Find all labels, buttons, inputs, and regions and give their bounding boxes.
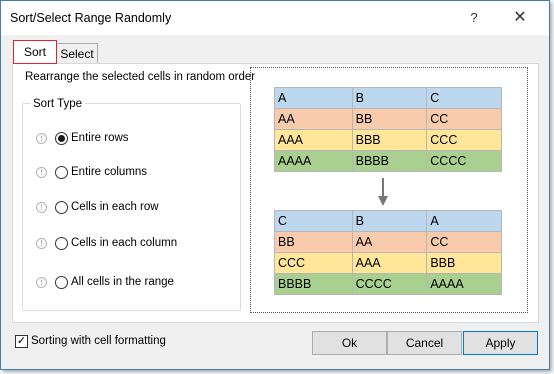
option-entire-columns[interactable]: ! Entire columns <box>36 164 147 180</box>
arrow-down-icon <box>378 178 388 206</box>
option-all-cells-in-range[interactable]: ! All cells in the range <box>36 274 174 290</box>
description-text: Rearrange the selected cells in random o… <box>25 71 256 83</box>
info-icon: ! <box>36 201 47 213</box>
preview-after-table: C B A BB AA CC CCC AAA BBB BBBB CCCC AAA… <box>274 210 502 295</box>
table-cell: C <box>426 87 502 109</box>
title-bar: Sort/Select Range Randomly ? ✕ <box>1 1 549 35</box>
table-cell: CCCC <box>426 150 502 172</box>
dialog-title: Sort/Select Range Randomly <box>10 11 172 25</box>
radio-all-cells-in-range[interactable] <box>55 275 68 289</box>
table-row: CCC AAA BBB <box>274 252 502 274</box>
option-cells-in-each-row[interactable]: ! Cells in each row <box>36 199 159 215</box>
table-row: AA BB CC <box>274 108 502 130</box>
table-row: AAA BBB CCC <box>274 129 502 151</box>
info-icon: ! <box>36 237 47 249</box>
option-label: Cells in each row <box>71 201 159 213</box>
cell-formatting-checkbox[interactable]: ✓ <box>15 335 28 348</box>
table-cell: CCC <box>426 129 502 151</box>
table-cell: BBB <box>351 129 428 151</box>
table-row: BBBB CCCC AAAA <box>274 273 502 295</box>
table-cell: C <box>274 210 353 232</box>
table-row: A B C <box>274 87 502 109</box>
table-row: BB AA CC <box>274 231 502 253</box>
tab-sort[interactable]: Sort <box>13 40 57 64</box>
table-cell: AA <box>274 108 353 130</box>
option-label: All cells in the range <box>71 276 174 288</box>
table-cell: BB <box>274 231 353 253</box>
table-cell: CC <box>426 231 502 253</box>
close-button[interactable]: ✕ <box>505 7 535 29</box>
preview-before-table: A B C AA BB CC AAA BBB CCC AAAA BBBB CCC… <box>274 87 502 172</box>
ok-button[interactable]: Ok <box>312 331 387 355</box>
option-label: Cells in each column <box>71 237 178 249</box>
table-cell: CCCC <box>351 273 428 295</box>
info-icon: ! <box>36 132 47 144</box>
table-cell: CC <box>426 108 502 130</box>
sort-type-label: Sort Type <box>30 98 86 110</box>
table-cell: CCC <box>274 252 353 274</box>
radio-entire-rows[interactable] <box>55 131 68 145</box>
table-cell: AA <box>351 231 428 253</box>
tab-select[interactable]: Select <box>57 43 98 64</box>
option-label: Entire columns <box>71 166 148 178</box>
table-cell: AAA <box>274 129 353 151</box>
apply-button[interactable]: Apply <box>463 331 538 355</box>
table-cell: AAAA <box>426 273 502 295</box>
option-cells-in-each-column[interactable]: ! Cells in each column <box>36 235 177 251</box>
table-cell: B <box>351 210 428 232</box>
info-icon: ! <box>36 166 47 178</box>
table-cell: B <box>351 87 428 109</box>
table-cell: BB <box>351 108 428 130</box>
table-cell: A <box>274 87 353 109</box>
table-row: C B A <box>274 210 502 232</box>
table-cell: AAA <box>351 252 428 274</box>
radio-cells-in-each-column[interactable] <box>55 236 68 250</box>
option-label: Entire rows <box>71 132 129 144</box>
table-cell: A <box>426 210 502 232</box>
radio-cells-in-each-row[interactable] <box>55 200 68 214</box>
cell-formatting-label: Sorting with cell formatting <box>31 335 166 347</box>
radio-entire-columns[interactable] <box>55 165 68 179</box>
table-cell: BBBB <box>274 273 353 295</box>
help-button[interactable]: ? <box>459 7 489 29</box>
cancel-button[interactable]: Cancel <box>387 331 462 355</box>
option-entire-rows[interactable]: ! Entire rows <box>36 130 129 146</box>
table-cell: AAAA <box>274 150 353 172</box>
table-cell: BBB <box>426 252 502 274</box>
table-cell: BBBB <box>351 150 428 172</box>
table-row: AAAA BBBB CCCC <box>274 150 502 172</box>
info-icon: ! <box>36 276 47 288</box>
